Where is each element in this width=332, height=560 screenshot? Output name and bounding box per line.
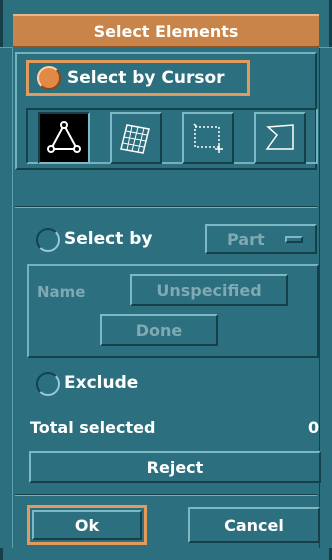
cancel-label: Cancel xyxy=(224,515,284,535)
polygon-select-icon xyxy=(265,124,294,150)
cancel-button[interactable]: Cancel xyxy=(188,507,320,543)
select-by-type-dropdown[interactable]: Part xyxy=(205,224,317,254)
done-label: Done xyxy=(135,320,183,340)
select-by-label: Select by xyxy=(64,229,153,249)
reject-label: Reject xyxy=(146,457,204,477)
exclude-label: Exclude xyxy=(64,373,139,393)
surface-select-tool-button[interactable] xyxy=(110,112,162,164)
select-by-cursor-label: Select by Cursor xyxy=(67,68,225,88)
reject-button[interactable]: Reject xyxy=(29,451,321,483)
ok-label: Ok xyxy=(74,515,100,535)
node-select-tool-button[interactable] xyxy=(38,112,90,164)
frame-corner-right xyxy=(319,0,332,48)
option-menu-indicator-icon xyxy=(285,236,303,243)
name-field-value: Unspecified xyxy=(156,280,262,300)
box-select-icon xyxy=(193,123,223,153)
ok-button[interactable]: Ok xyxy=(32,510,142,540)
done-button[interactable]: Done xyxy=(100,314,218,346)
polygon-select-tool-button[interactable] xyxy=(254,112,306,164)
dropdown-value: Part xyxy=(227,229,265,249)
window-title-bar[interactable]: Select Elements xyxy=(13,14,319,48)
total-selected-label: Total selected xyxy=(30,418,156,437)
node-triangle-icon xyxy=(47,121,81,153)
box-select-tool-button[interactable] xyxy=(182,112,234,164)
window-title: Select Elements xyxy=(93,21,239,41)
select-by-cursor-radio[interactable] xyxy=(37,66,61,90)
mesh-surface-icon xyxy=(120,124,150,154)
exclude-radio[interactable] xyxy=(36,372,60,396)
frame-corner-left xyxy=(0,0,13,48)
select-by-radio[interactable] xyxy=(36,228,60,252)
name-label: Name xyxy=(37,283,86,301)
select-by-cursor-option[interactable]: Select by Cursor xyxy=(26,60,250,96)
name-field-button[interactable]: Unspecified xyxy=(130,274,288,306)
total-selected-count: 0 xyxy=(308,418,320,437)
ok-button-focus-ring: Ok xyxy=(27,505,147,545)
footer-separator xyxy=(15,494,317,496)
frame-side-left xyxy=(0,48,13,548)
section-separator xyxy=(15,206,317,208)
